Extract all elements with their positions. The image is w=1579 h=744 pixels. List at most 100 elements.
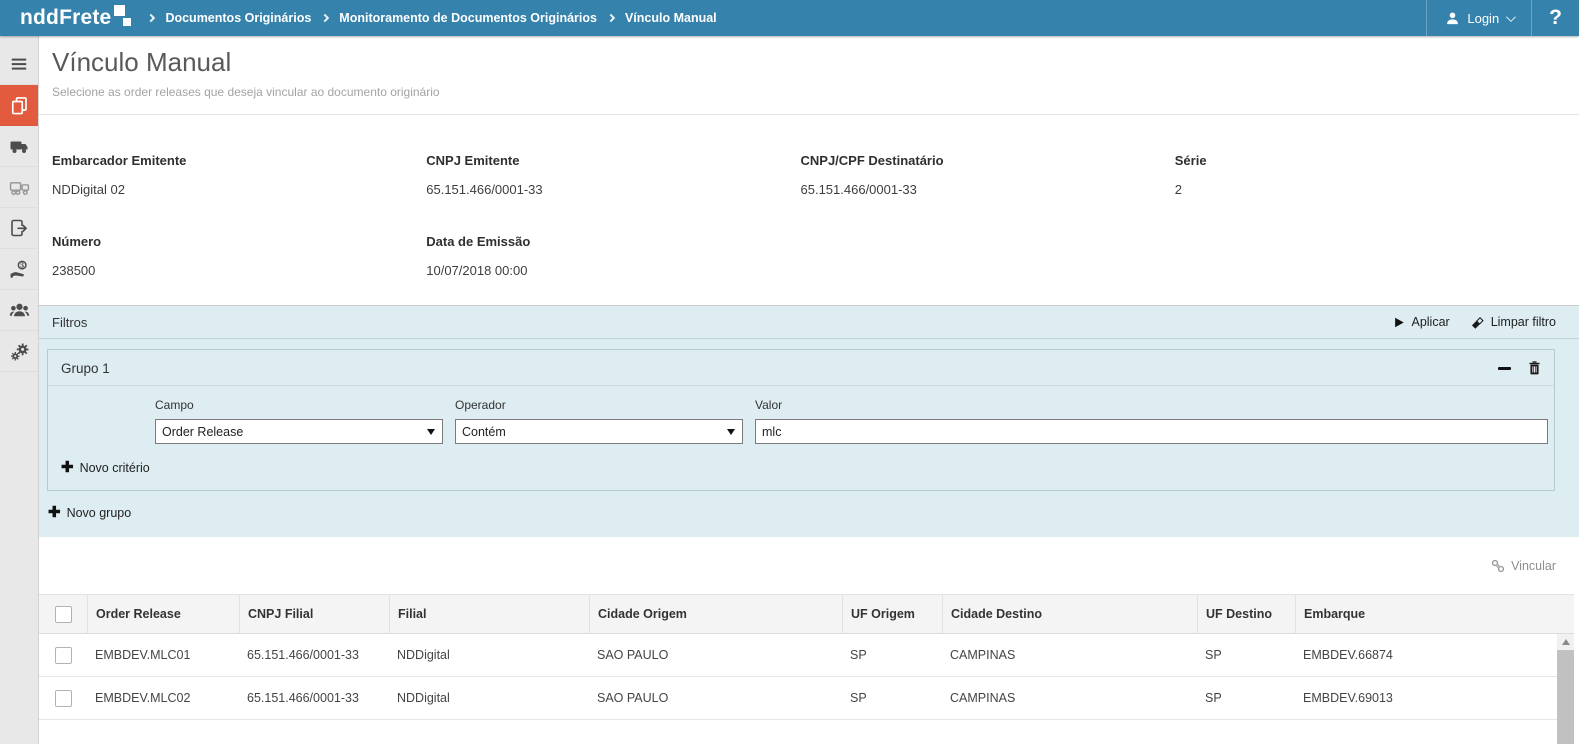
sidebar-item-frota[interactable] (0, 167, 38, 208)
chevron-right-icon (607, 14, 615, 22)
breadcrumb: Documentos Originários Monitoramento de … (148, 11, 716, 25)
apply-filter-button[interactable]: Aplicar (1393, 315, 1449, 329)
valor-input[interactable] (755, 419, 1548, 444)
app-logo-text: nddFrete (20, 5, 111, 31)
documents-copy-icon (9, 95, 30, 116)
breadcrumb-item-vinculo-manual[interactable]: Vínculo Manual (625, 11, 717, 25)
campo-select[interactable]: Order Release (155, 419, 443, 444)
minus-icon (1498, 367, 1511, 370)
select-all-checkbox[interactable] (55, 606, 72, 623)
menu-icon (10, 55, 28, 73)
cell-filial: NDDigital (389, 691, 589, 705)
row-checkbox[interactable] (55, 647, 72, 664)
campo-select-value: Order Release (162, 425, 243, 439)
table-row[interactable]: EMBDEV.MLC02 65.151.466/0001-33 NDDigita… (39, 677, 1574, 720)
sidebar-item-transporte[interactable] (0, 126, 38, 167)
operador-select[interactable]: Contém (455, 419, 743, 444)
cell-uf-destino: SP (1197, 691, 1295, 705)
field-label: Série (1175, 153, 1549, 168)
sidebar-item-exportacao[interactable] (0, 208, 38, 249)
new-criteria-label: Novo critério (80, 461, 150, 475)
plus-icon: ✚ (48, 507, 61, 519)
breadcrumb-item-monitoramento[interactable]: Monitoramento de Documentos Originários (339, 11, 597, 25)
collapse-group-button[interactable] (1498, 367, 1511, 370)
user-icon (1445, 11, 1460, 26)
truck-icon (9, 136, 29, 156)
filter-criteria-row: Campo Order Release Operador Contém (48, 386, 1554, 444)
cell-embarque: EMBDEV.69013 (1295, 691, 1557, 705)
breadcrumb-item-documentos-originarios[interactable]: Documentos Originários (165, 11, 311, 25)
field-label: CNPJ Emitente (426, 153, 800, 168)
clear-filter-button[interactable]: Limpar filtro (1470, 315, 1556, 329)
play-icon (1393, 316, 1405, 329)
main-content: Vínculo Manual Selecione as order releas… (39, 36, 1579, 744)
sidebar-item-usuarios[interactable] (0, 290, 38, 331)
truck-trailer-icon (9, 177, 30, 198)
campo-label: Campo (155, 398, 443, 412)
trash-icon (1528, 360, 1541, 376)
cell-embarque: EMBDEV.66874 (1295, 648, 1557, 662)
operador-select-value: Contém (462, 425, 506, 439)
document-export-icon (9, 218, 29, 238)
cell-cnpj-filial: 65.151.466/0001-33 (239, 691, 389, 705)
help-button[interactable]: ? (1532, 6, 1579, 30)
delete-group-button[interactable] (1528, 360, 1541, 376)
field-value: 2 (1175, 182, 1549, 197)
cell-cidade-origem: SAO PAULO (589, 691, 842, 705)
app-logo-mark-icon (114, 5, 134, 29)
settings-gears-icon (9, 341, 30, 362)
apply-filter-label: Aplicar (1411, 315, 1449, 329)
sidebar-item-documentos-originarios[interactable] (0, 85, 38, 126)
cell-order-release: EMBDEV.MLC02 (87, 691, 239, 705)
chevron-right-icon (321, 14, 329, 22)
column-header-order-release: Order Release (87, 595, 239, 633)
page-title: Vínculo Manual (52, 47, 1579, 78)
field-serie: Série 2 (1175, 153, 1549, 197)
scrollbar-thumb[interactable] (1557, 650, 1574, 744)
column-header-cnpj-filial: CNPJ Filial (239, 595, 389, 633)
sidebar-item-configuracoes[interactable] (0, 331, 38, 372)
row-checkbox[interactable] (55, 690, 72, 707)
cell-uf-origem: SP (842, 648, 942, 662)
field-value: 10/07/2018 00:00 (426, 263, 800, 278)
cell-cidade-origem: SAO PAULO (589, 648, 842, 662)
table-scrollbar[interactable] (1557, 634, 1574, 744)
field-value: 65.151.466/0001-33 (801, 182, 1175, 197)
field-value: NDDigital 02 (52, 182, 426, 197)
document-info: Embarcador Emitente NDDigital 02 CNPJ Em… (39, 115, 1579, 278)
table-row[interactable]: EMBDEV.MLC01 65.151.466/0001-33 NDDigita… (39, 634, 1574, 677)
cell-filial: NDDigital (389, 648, 589, 662)
cell-uf-origem: SP (842, 691, 942, 705)
login-label: Login (1467, 11, 1499, 26)
login-menu[interactable]: Login (1427, 0, 1531, 36)
sidebar-item-menu[interactable] (0, 44, 38, 85)
column-header-embarque: Embarque (1295, 595, 1574, 633)
scroll-up-button[interactable] (1557, 634, 1574, 649)
new-group-button[interactable]: ✚ Novo grupo (48, 506, 1566, 520)
sidebar-item-pagamento-frete[interactable]: $ (0, 249, 38, 290)
sidebar: $ (0, 36, 39, 744)
field-numero: Número 238500 (52, 234, 426, 278)
clear-filter-label: Limpar filtro (1491, 315, 1556, 329)
column-header-uf-destino: UF Destino (1197, 595, 1295, 633)
table-body: EMBDEV.MLC01 65.151.466/0001-33 NDDigita… (39, 634, 1574, 744)
svg-text:$: $ (20, 260, 24, 269)
vincular-label: Vincular (1511, 559, 1556, 573)
cell-cidade-destino: CAMPINAS (942, 648, 1197, 662)
field-label: CNPJ/CPF Destinatário (801, 153, 1175, 168)
eraser-icon (1470, 315, 1485, 329)
new-criteria-button[interactable]: ✚ Novo critério (61, 461, 1541, 475)
field-cnpj-emitente: CNPJ Emitente 65.151.466/0001-33 (426, 153, 800, 197)
users-icon (9, 300, 30, 321)
filter-group: Grupo 1 Campo Order Rel (47, 349, 1555, 491)
filters-title: Filtros (52, 315, 87, 330)
vincular-button[interactable]: Vincular (1491, 559, 1556, 573)
chevron-right-icon (147, 14, 155, 22)
app-logo[interactable]: nddFrete (20, 5, 134, 31)
page-subtitle: Selecione as order releases que deseja v… (52, 85, 1579, 99)
dropdown-arrow-icon (727, 429, 735, 435)
field-value: 65.151.466/0001-33 (426, 182, 800, 197)
top-bar: nddFrete Documentos Originários Monitora… (0, 0, 1579, 36)
column-header-filial: Filial (389, 595, 589, 633)
field-cnpj-cpf-destinatario: CNPJ/CPF Destinatário 65.151.466/0001-33 (801, 153, 1175, 197)
